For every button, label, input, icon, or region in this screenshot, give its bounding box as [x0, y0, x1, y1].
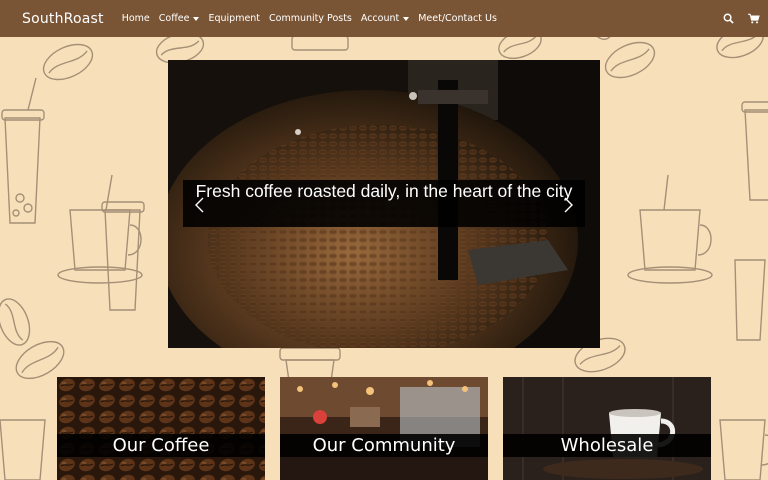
card-wholesale[interactable]: Wholesale [503, 377, 711, 480]
card-label: Wholesale [503, 434, 711, 457]
card-label: Our Community [280, 434, 488, 457]
carousel-prev-arrow[interactable] [190, 195, 210, 215]
brand-logo[interactable]: SouthRoast [22, 11, 104, 27]
nav-account-label: Account [360, 13, 400, 24]
coffee-cup-image [503, 377, 711, 480]
card-label: Our Coffee [57, 434, 265, 457]
search-icon[interactable] [723, 13, 734, 24]
card-our-community[interactable]: Our Community [280, 377, 488, 480]
card-our-coffee[interactable]: Our Coffee [57, 377, 265, 480]
cart-icon[interactable] [748, 13, 760, 24]
carousel-next-arrow[interactable] [558, 195, 578, 215]
nav-account-dropdown[interactable]: Account [360, 13, 410, 24]
nav-community-posts[interactable]: Community Posts [269, 13, 352, 24]
nav-meet-contact[interactable]: Meet/Contact Us [418, 13, 497, 24]
nav-community-posts-label: Community Posts [269, 13, 352, 24]
nav-home-label: Home [121, 13, 150, 24]
cafe-interior-image [280, 377, 488, 480]
hero-caption: Fresh coffee roasted daily, in the heart… [183, 180, 585, 227]
nav-meet-contact-label: Meet/Contact Us [418, 13, 497, 24]
nav-coffee-dropdown[interactable]: Coffee [159, 13, 200, 24]
hero-carousel: Fresh coffee roasted daily, in the heart… [168, 60, 600, 348]
coffee-beans-image [57, 377, 265, 480]
caret-down-icon [403, 16, 410, 21]
nav-equipment-label: Equipment [208, 13, 261, 24]
nav-equipment[interactable]: Equipment [208, 13, 260, 24]
caret-down-icon [193, 16, 200, 21]
nav-coffee-label: Coffee [158, 13, 190, 24]
navbar: SouthRoast Home Coffee Equipment Communi… [0, 0, 768, 37]
nav-home[interactable]: Home [122, 13, 150, 24]
